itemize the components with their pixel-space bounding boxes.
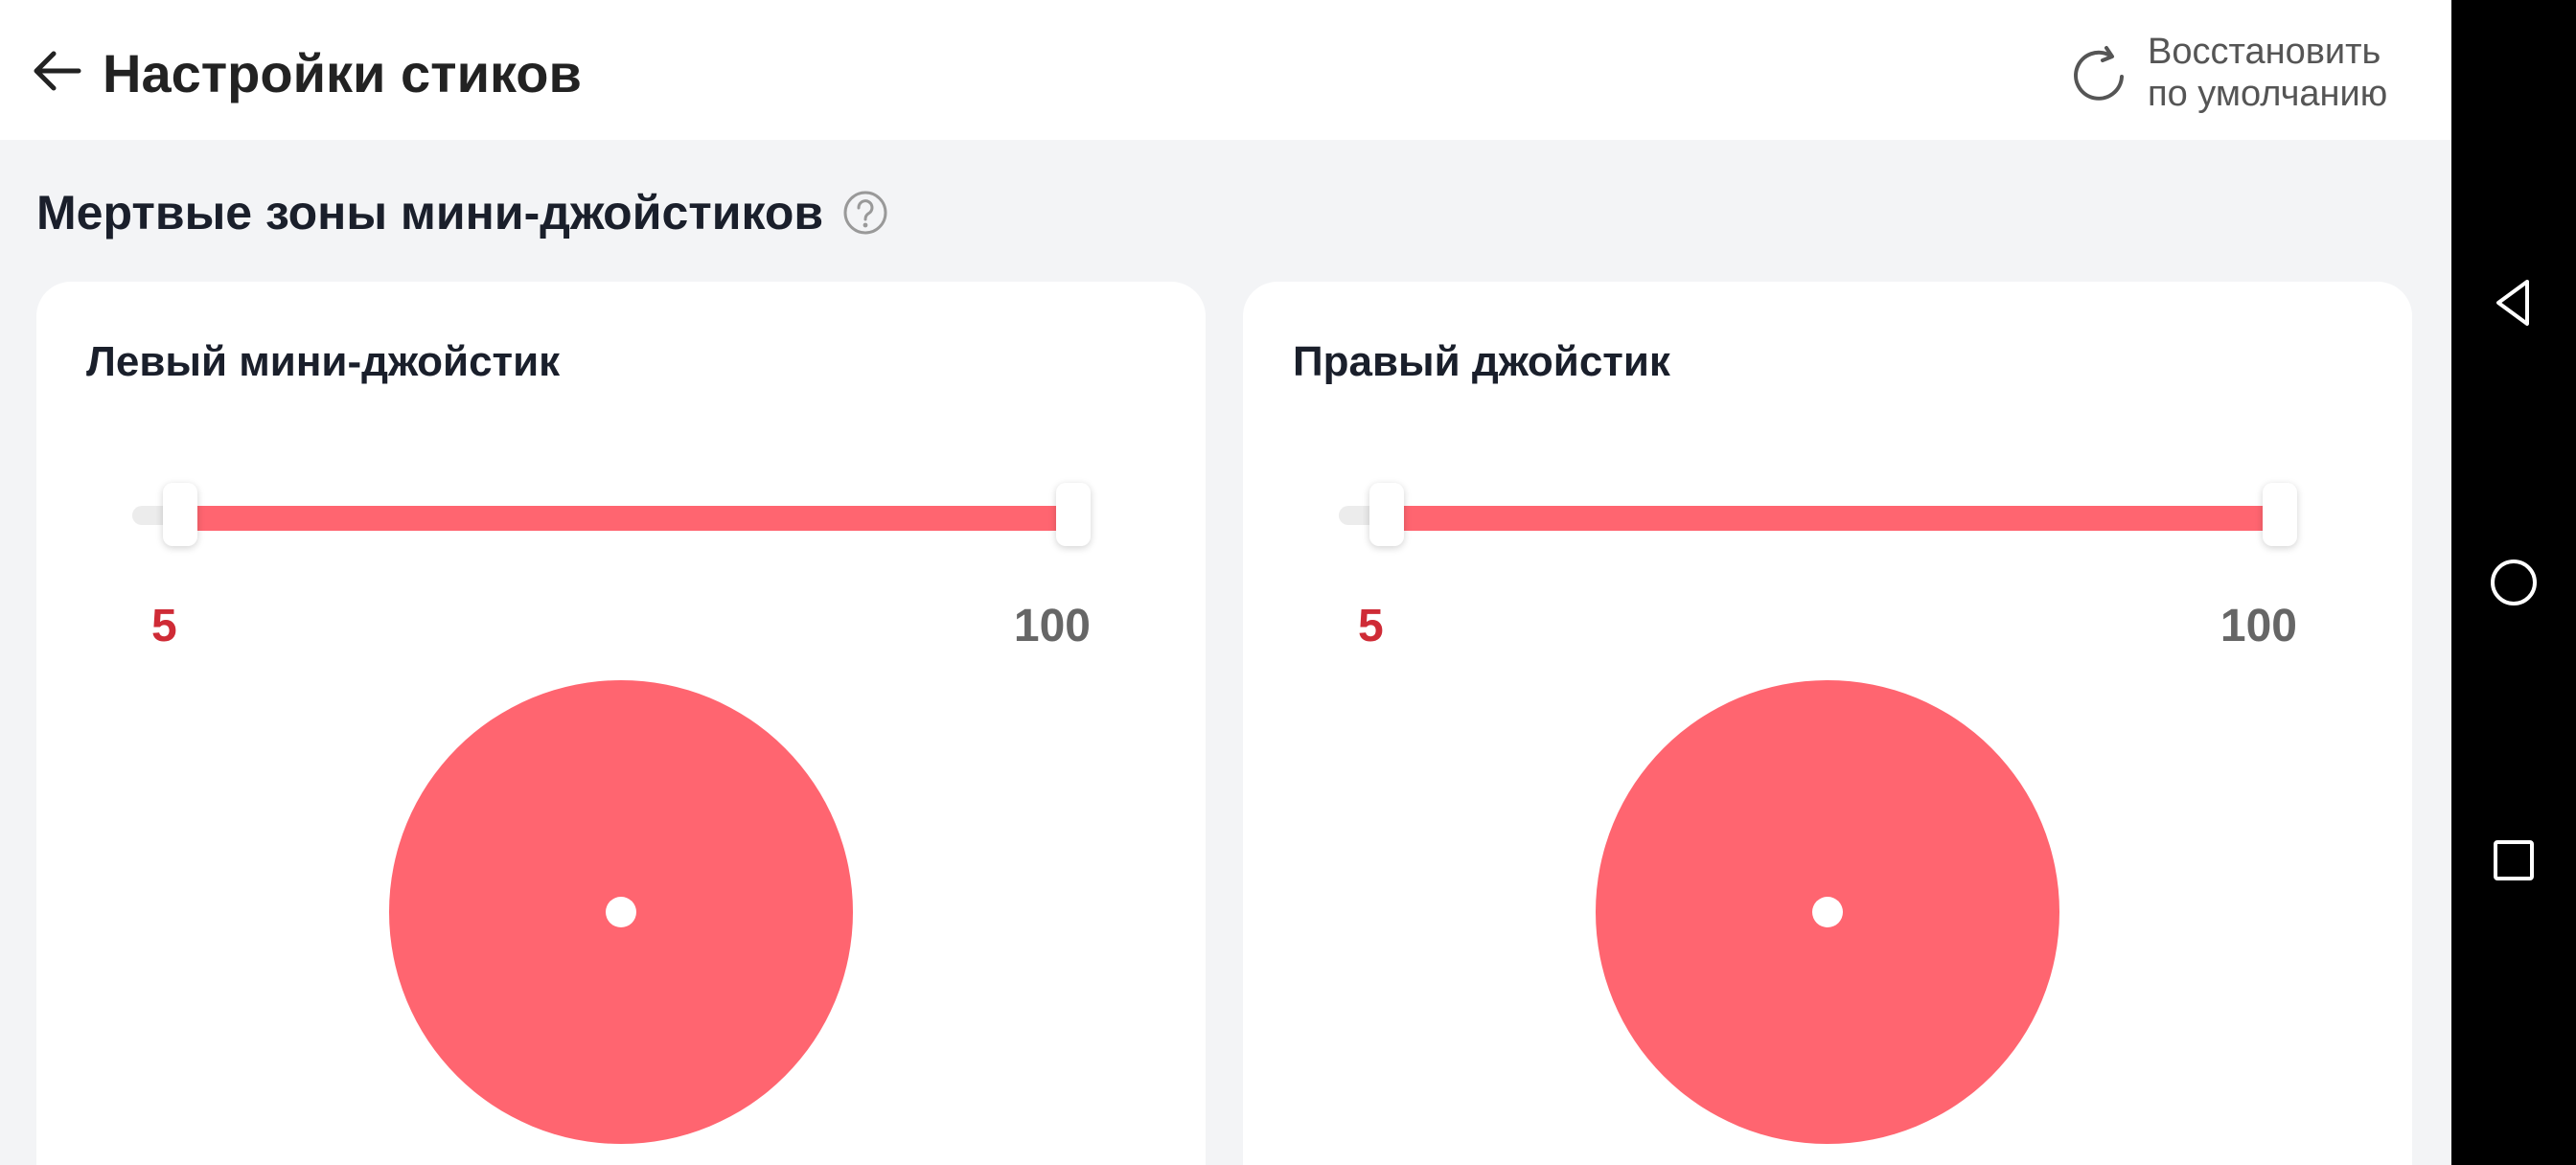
- deadzone-range-slider[interactable]: [1339, 483, 2307, 546]
- slider-range-fill: [180, 506, 1073, 531]
- deadzone-preview: [389, 680, 853, 1144]
- left-stick-card: Левый мини-джойстик 5 100: [36, 282, 1206, 1165]
- slider-min-handle[interactable]: [163, 483, 197, 546]
- min-value: 5: [151, 601, 177, 651]
- back-button[interactable]: [27, 40, 88, 102]
- nav-back-button[interactable]: [2475, 264, 2552, 341]
- nav-home-button[interactable]: [2475, 544, 2552, 621]
- card-title: Левый мини-джойстик: [86, 338, 561, 385]
- stick-settings-screen: Настройки стиков Восстановить по умолчан…: [0, 0, 2451, 1165]
- deadzone-range-slider[interactable]: [132, 483, 1100, 546]
- page-title: Настройки стиков: [103, 43, 582, 103]
- circle-home-icon: [2491, 560, 2537, 605]
- top-bar: Настройки стиков Восстановить по умолчан…: [0, 0, 2451, 140]
- slider-max-handle[interactable]: [2263, 483, 2297, 546]
- help-circle-icon[interactable]: [842, 190, 888, 236]
- square-recents-icon: [2494, 840, 2534, 880]
- restore-label-line1: Восстановить: [2148, 32, 2381, 72]
- right-stick-card: Правый джойстик 5 100: [1243, 282, 2412, 1165]
- triangle-back-icon: [2496, 280, 2529, 326]
- max-value: 100: [1013, 601, 1091, 651]
- slider-max-handle[interactable]: [1056, 483, 1091, 546]
- deadzone-preview: [1596, 680, 2059, 1144]
- system-nav-bar: [2451, 0, 2576, 1165]
- slider-range-fill: [1387, 506, 2280, 531]
- nav-recents-button[interactable]: [2475, 822, 2552, 899]
- center-dot: [1812, 897, 1843, 927]
- min-value: 5: [1358, 601, 1384, 651]
- refresh-icon: [2065, 39, 2132, 106]
- restore-defaults-button[interactable]: Восстановить по умолчанию: [2065, 29, 2387, 117]
- restore-defaults-label: Восстановить по умолчанию: [2148, 31, 2387, 115]
- slider-min-handle[interactable]: [1369, 483, 1404, 546]
- section-title: Мертвые зоны мини-джойстиков: [36, 184, 888, 241]
- card-title: Правый джойстик: [1293, 338, 1670, 385]
- restore-label-line2: по умолчанию: [2148, 74, 2388, 114]
- center-dot: [606, 897, 636, 927]
- max-value: 100: [2220, 601, 2297, 651]
- arrow-left-icon: [34, 51, 81, 91]
- section-title-text: Мертвые зоны мини-джойстиков: [36, 186, 824, 240]
